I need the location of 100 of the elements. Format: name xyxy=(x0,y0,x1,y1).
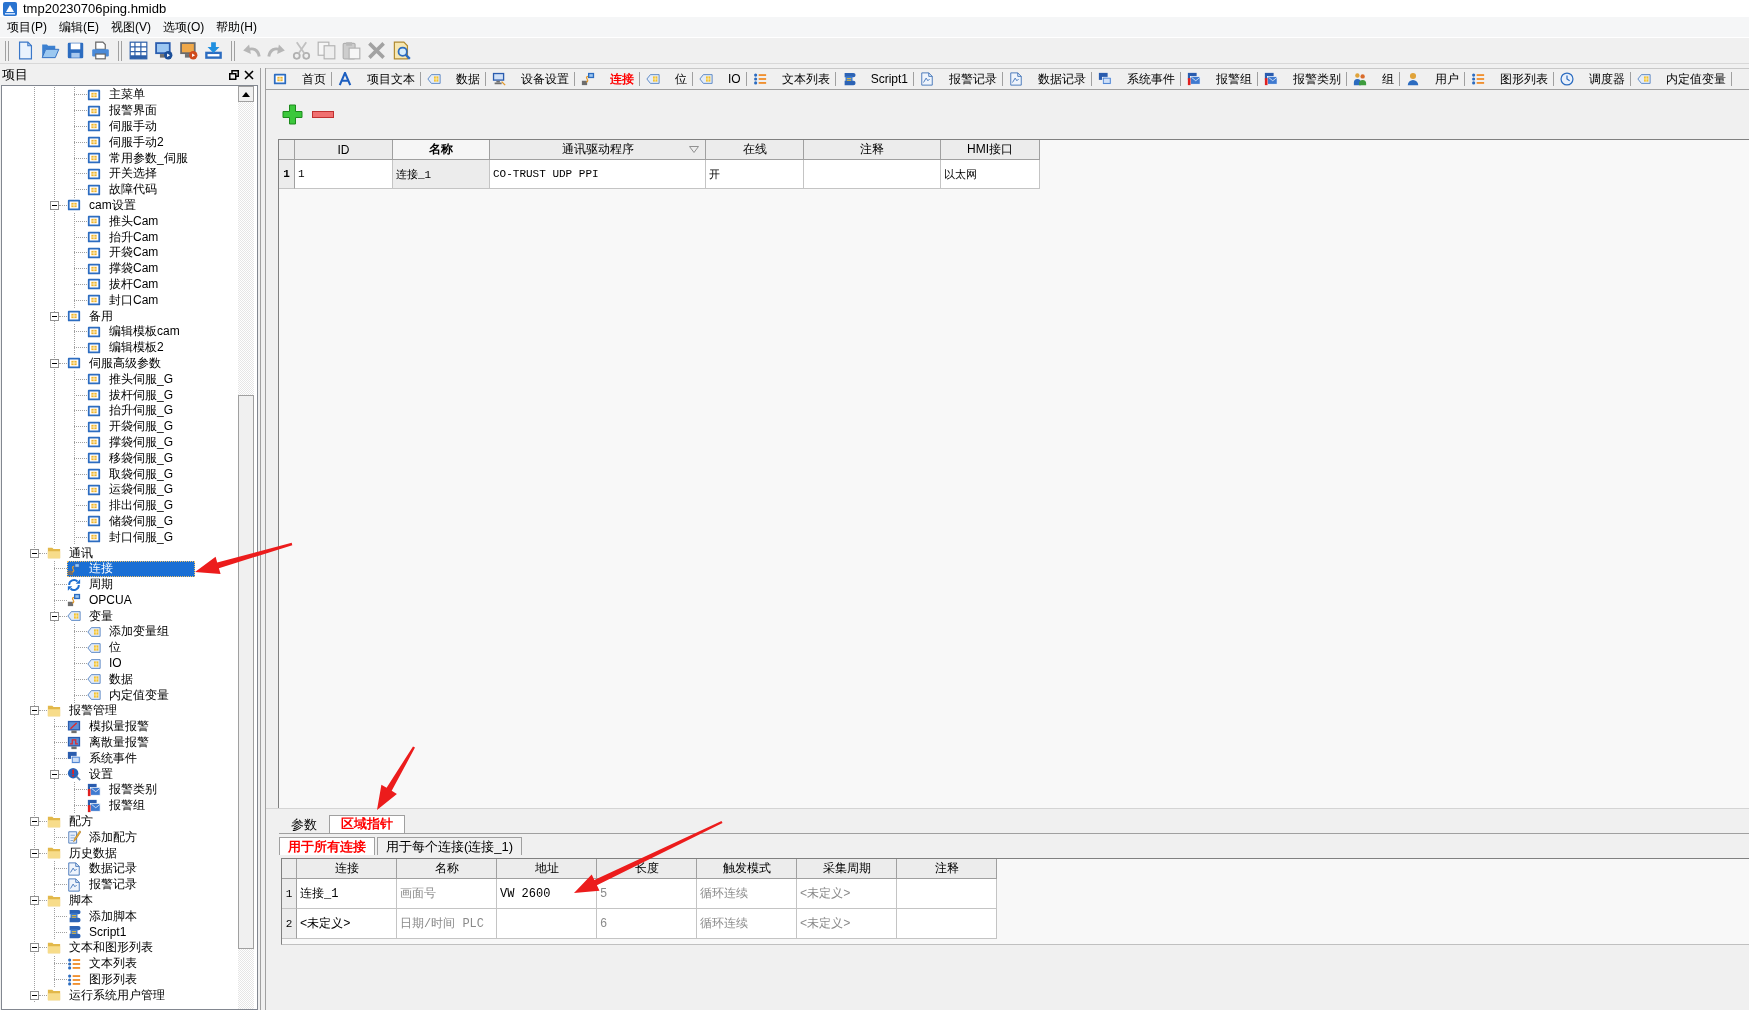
tree-item[interactable]: 文本列表 xyxy=(67,955,195,972)
panel-tab[interactable]: 区域指针 xyxy=(329,815,405,833)
editor-tab[interactable]: 报警组 xyxy=(1181,72,1259,86)
tree-item[interactable]: 伺服高级参数 xyxy=(67,355,195,372)
monitor-play-icon[interactable] xyxy=(179,41,198,60)
row-header[interactable]: 1 xyxy=(279,160,295,189)
panel-tab[interactable]: 参数 xyxy=(279,816,329,833)
column-header[interactable]: HMI接口 xyxy=(941,140,1040,160)
subtab[interactable]: 用于所有连接 xyxy=(279,837,375,855)
editor-tab[interactable]: 报警类别 xyxy=(1258,72,1348,86)
menu-item[interactable]: 项目(P) xyxy=(1,18,53,36)
tree-item[interactable]: 数据记录 xyxy=(67,861,195,877)
tree-item[interactable]: 文本和图形列表 xyxy=(47,940,175,956)
tree-item[interactable]: 报警类别 xyxy=(87,782,215,798)
tree-item[interactable]: 主菜单 xyxy=(87,87,215,103)
column-header[interactable]: 连接 xyxy=(297,859,397,879)
collapse-icon[interactable] xyxy=(50,769,59,779)
column-header[interactable]: 地址 xyxy=(497,859,597,879)
editor-tab[interactable]: 报警记录 xyxy=(914,72,1004,86)
collapse-icon[interactable] xyxy=(30,896,39,906)
editor-tab[interactable]: 内定值变量 xyxy=(1631,72,1733,86)
close-icon[interactable] xyxy=(244,69,254,80)
collapse-icon[interactable] xyxy=(30,943,39,953)
tree-item[interactable]: 储袋伺服_G xyxy=(87,513,215,530)
tree-item[interactable]: 报警组 xyxy=(87,797,215,814)
tree-item[interactable]: 通讯 xyxy=(47,545,175,561)
editor-tab[interactable]: 系统事件 xyxy=(1092,72,1182,86)
editor-tab[interactable]: IO xyxy=(693,72,747,86)
tree-item[interactable]: 常用参数_伺服 xyxy=(87,150,215,166)
tree-item[interactable]: 添加配方 xyxy=(67,829,195,846)
add-icon[interactable] xyxy=(282,104,303,125)
tree-item[interactable]: 设置 xyxy=(67,766,195,783)
column-header[interactable]: 名称 xyxy=(393,140,490,160)
tree-item[interactable]: 位 xyxy=(87,639,215,656)
tree-item[interactable]: 备用 xyxy=(67,308,195,324)
collapse-icon[interactable] xyxy=(30,706,39,716)
editor-tab[interactable]: 组 xyxy=(1347,72,1401,86)
editor-tab[interactable]: Script1 xyxy=(835,72,915,86)
scrollbar[interactable] xyxy=(238,86,254,1009)
search-icon[interactable] xyxy=(392,41,411,60)
editor-tab[interactable]: 调度器 xyxy=(1554,72,1632,86)
collapse-icon[interactable] xyxy=(30,548,39,558)
tree-item[interactable]: 开袋伺服_G xyxy=(87,418,215,435)
tree-item[interactable]: 配方 xyxy=(47,813,175,830)
tree-item[interactable]: 封口伺服_G xyxy=(87,529,215,546)
scrollbar-thumb[interactable] xyxy=(238,395,254,949)
menu-item[interactable]: 视图(V) xyxy=(105,18,157,36)
tree-item[interactable]: 伺服手动 xyxy=(87,118,215,135)
tree-item[interactable]: 抬升Cam xyxy=(87,229,215,245)
subtab[interactable]: 用于每个连接(连接_1) xyxy=(377,837,523,855)
download-icon[interactable] xyxy=(204,41,223,60)
tree-item[interactable]: 编辑模板2 xyxy=(87,339,215,356)
editor-tab[interactable]: 连接 xyxy=(575,72,640,86)
restore-icon[interactable] xyxy=(229,69,239,80)
collapse-icon[interactable] xyxy=(50,358,59,368)
grid-icon[interactable] xyxy=(129,41,148,60)
menu-item[interactable]: 帮助(H) xyxy=(210,18,263,36)
tree-item[interactable]: 图形列表 xyxy=(67,971,195,988)
tree-item[interactable]: 抬升伺服_G xyxy=(87,402,215,419)
menu-item[interactable]: 编辑(E) xyxy=(53,18,105,36)
tree-item[interactable]: 移袋伺服_G xyxy=(87,450,215,467)
editor-tab[interactable]: 文本列表 xyxy=(746,72,836,86)
tree-item[interactable]: 报警管理 xyxy=(47,703,175,719)
save-icon[interactable] xyxy=(66,41,85,60)
tree-item[interactable]: 历史数据 xyxy=(47,845,175,862)
tree-item[interactable]: 故障代码 xyxy=(87,181,215,198)
tree-item[interactable]: 推头Cam xyxy=(87,213,215,230)
tree-item[interactable]: cam设置 xyxy=(67,197,195,214)
scroll-up-button[interactable] xyxy=(238,86,254,102)
tree-item[interactable]: 周期 xyxy=(67,576,195,593)
tree-item[interactable]: 撑袋伺服_G xyxy=(87,434,215,451)
new-file-icon[interactable] xyxy=(16,41,35,60)
collapse-icon[interactable] xyxy=(30,848,39,858)
tree-item[interactable]: 添加脚本 xyxy=(67,908,195,925)
tree-item[interactable]: 拔杆Cam xyxy=(87,276,215,293)
collapse-icon[interactable] xyxy=(50,611,59,621)
editor-tab[interactable]: 项目文本 xyxy=(332,72,421,86)
tree-item[interactable]: 开袋Cam xyxy=(87,244,215,261)
collapse-icon[interactable] xyxy=(30,817,39,827)
collapse-icon[interactable] xyxy=(50,311,59,321)
tree-item[interactable]: OPCUA xyxy=(67,592,195,609)
tree-item[interactable]: 封口Cam xyxy=(87,292,215,309)
tree-item[interactable]: 撑袋Cam xyxy=(87,260,215,277)
collapse-icon[interactable] xyxy=(50,200,59,210)
row-header[interactable]: 2 xyxy=(282,909,297,939)
editor-tab[interactable]: 设备设置 xyxy=(486,72,575,86)
editor-tab[interactable]: 用户 xyxy=(1400,72,1466,86)
tree-item[interactable]: 数据 xyxy=(87,671,215,688)
tree-item[interactable]: 取袋伺服_G xyxy=(87,466,215,482)
tree-item[interactable]: 连接 xyxy=(67,560,195,577)
tree-item[interactable]: 排出伺服_G xyxy=(87,497,215,514)
tree-item[interactable]: 内定值变量 xyxy=(87,687,215,704)
tree-item[interactable]: 脚本 xyxy=(47,892,175,909)
tree-item[interactable]: 拔杆伺服_G xyxy=(87,387,215,403)
tree-item[interactable]: 离散量报警 xyxy=(67,734,195,751)
column-header[interactable]: 通讯驱动程序 xyxy=(490,140,706,160)
editor-tab[interactable]: 图形列表 xyxy=(1465,72,1555,86)
column-header[interactable]: 注释 xyxy=(804,140,941,160)
tree-item[interactable]: 系统事件 xyxy=(67,750,195,767)
tree-item[interactable]: 编辑模板cam xyxy=(87,323,215,340)
